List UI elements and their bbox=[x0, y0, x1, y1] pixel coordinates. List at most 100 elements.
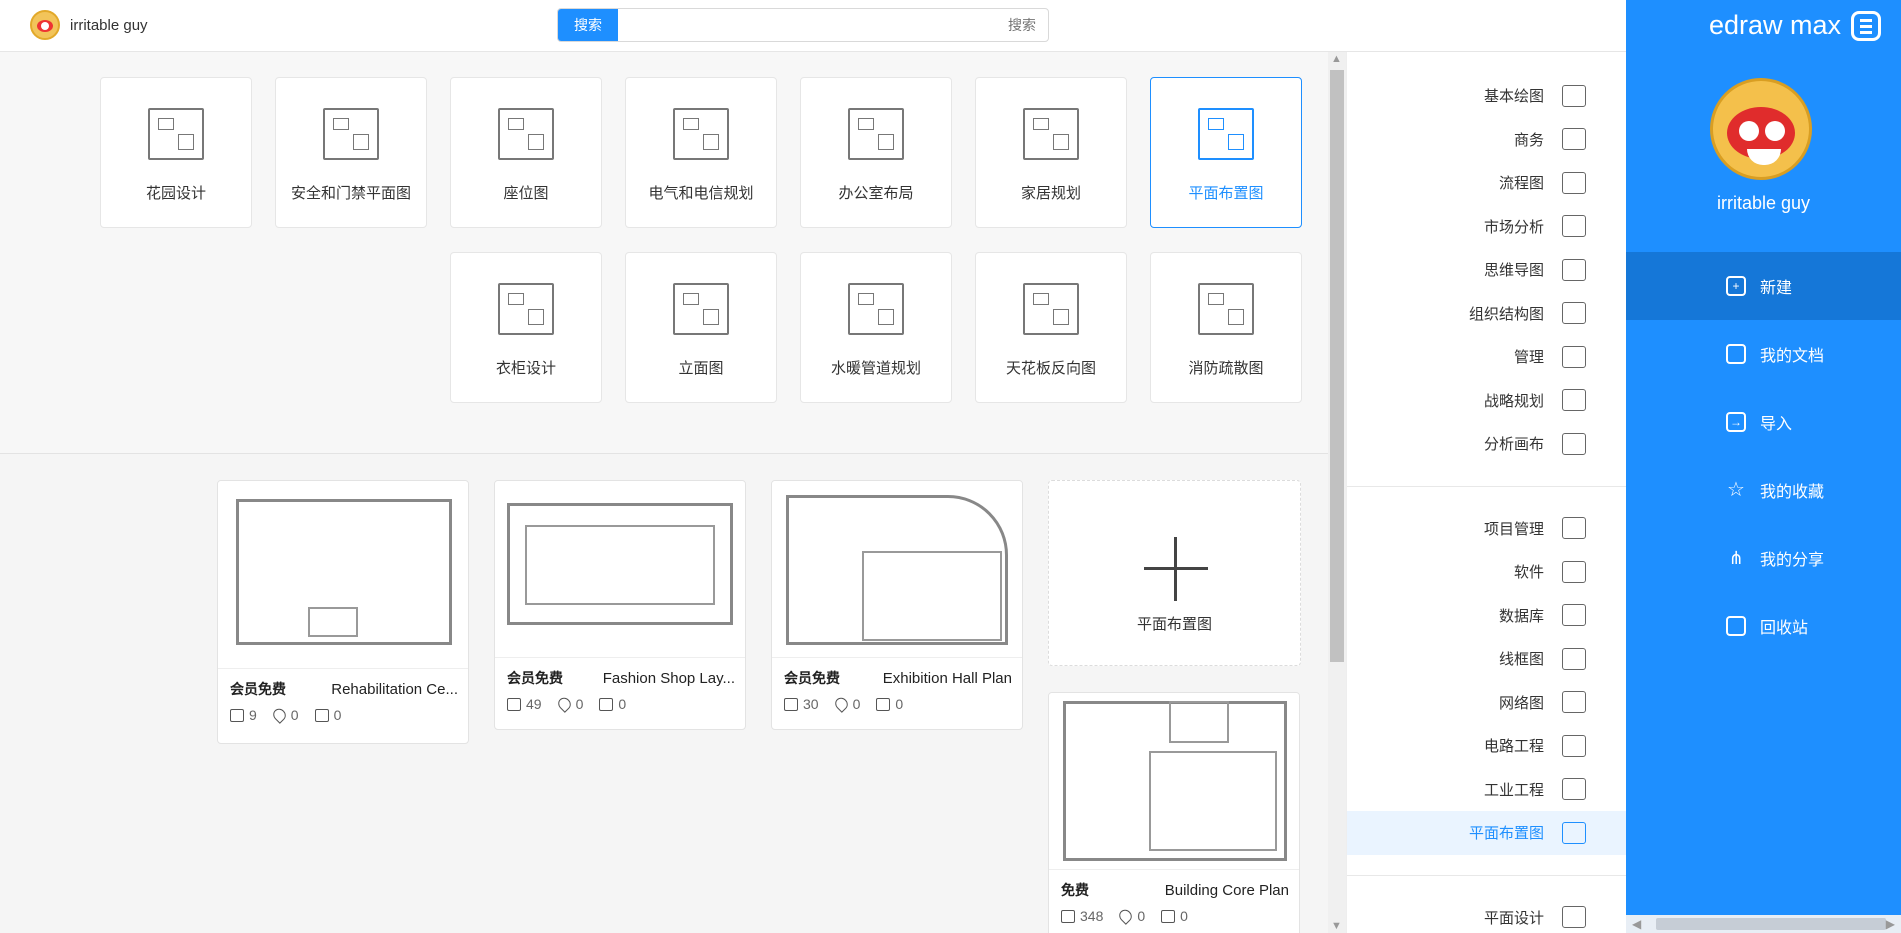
copy-count[interactable]: 49 bbox=[507, 696, 542, 712]
template-card-floor-plan[interactable]: 平面布置图 bbox=[1150, 77, 1302, 228]
avatar-mouth bbox=[1747, 149, 1781, 165]
category-database[interactable]: 数据库 bbox=[1347, 594, 1626, 638]
sidebar-item-favorites[interactable]: ☆ 我的收藏 bbox=[1626, 456, 1901, 524]
category-circuit[interactable]: 电路工程 bbox=[1347, 724, 1626, 768]
sidebar-item-share[interactable]: ⋔ 我的分享 bbox=[1626, 524, 1901, 592]
copy-count-value: 49 bbox=[526, 696, 542, 712]
doc-card-exhibition-hall[interactable]: 会员免费 Exhibition Hall Plan 30 0 0 bbox=[771, 480, 1023, 730]
like-count[interactable]: 0 bbox=[599, 696, 626, 712]
fav-count-value: 0 bbox=[575, 696, 584, 712]
fav-count[interactable]: 0 bbox=[270, 706, 299, 724]
category-label: 思维导图 bbox=[1483, 262, 1544, 280]
doc-card-rehabilitation[interactable]: 会员免费 Rehabilitation Ce... 9 0 0 bbox=[217, 480, 469, 744]
category-graphic-design[interactable]: 平面设计 bbox=[1347, 896, 1626, 933]
category-org-chart[interactable]: 组织结构图 bbox=[1347, 292, 1626, 336]
plus-icon-bar bbox=[1144, 567, 1208, 570]
share-icon: ⋔ bbox=[1728, 548, 1744, 568]
trash-icon bbox=[1726, 616, 1746, 636]
elevation-thumbnail bbox=[673, 283, 729, 335]
app-logo[interactable]: edraw max bbox=[1709, 10, 1881, 41]
template-card-home-plan[interactable]: 家居规划 bbox=[975, 77, 1127, 228]
like-count[interactable]: 0 bbox=[876, 696, 903, 712]
category-strategy[interactable]: 战略规划 bbox=[1347, 379, 1626, 423]
template-label: 衣柜设计 bbox=[495, 360, 556, 377]
sidebar-item-import[interactable]: → 导入 bbox=[1626, 388, 1901, 456]
like-count[interactable]: 0 bbox=[1161, 908, 1188, 924]
template-card-electrical[interactable]: 电气和电信规划 bbox=[625, 77, 777, 228]
scrollbar-thumb[interactable] bbox=[1330, 70, 1344, 662]
scroll-right-icon[interactable]: ▶ bbox=[1886, 917, 1895, 931]
new-floor-plan-card[interactable]: 平面布置图 bbox=[1048, 480, 1301, 666]
template-card-security[interactable]: 安全和门禁平面图 bbox=[275, 77, 427, 228]
garden-design-thumbnail bbox=[148, 108, 204, 160]
user-profile-small[interactable]: irritable guy bbox=[30, 10, 148, 40]
thumbs-up-icon bbox=[876, 697, 891, 711]
category-market-analysis[interactable]: 市场分析 bbox=[1347, 205, 1626, 249]
category-industrial[interactable]: 工业工程 bbox=[1347, 768, 1626, 812]
search-input[interactable] bbox=[618, 9, 1048, 41]
room-outline bbox=[525, 525, 715, 605]
category-project-management[interactable]: 项目管理 bbox=[1347, 507, 1626, 551]
scroll-down-icon[interactable]: ▼ bbox=[1331, 920, 1342, 932]
category-flowchart[interactable]: 流程图 bbox=[1347, 161, 1626, 205]
plumbing-plan-thumbnail bbox=[848, 283, 904, 335]
template-card-wardrobe[interactable]: 衣柜设计 bbox=[450, 252, 602, 403]
sidebar-item-my-documents[interactable]: 我的文档 bbox=[1626, 320, 1901, 388]
template-card-ceiling[interactable]: 天花板反向图 bbox=[975, 252, 1127, 403]
template-label: 水暖管道规划 bbox=[830, 360, 921, 377]
template-card-seating[interactable]: 座位图 bbox=[450, 77, 602, 228]
scroll-left-icon[interactable]: ◀ bbox=[1632, 917, 1641, 931]
avatar[interactable] bbox=[30, 10, 60, 40]
doc-thumbnail bbox=[772, 481, 1022, 658]
category-wireframe[interactable]: 线框图 bbox=[1347, 637, 1626, 681]
avatar[interactable] bbox=[1710, 78, 1812, 180]
fav-count[interactable]: 0 bbox=[555, 695, 584, 713]
category-label: 数据库 bbox=[1498, 607, 1544, 625]
like-count[interactable]: 0 bbox=[314, 707, 341, 723]
category-mind-map[interactable]: 思维导图 bbox=[1347, 248, 1626, 292]
like-count-value: 0 bbox=[1180, 908, 1188, 924]
import-icon: → bbox=[1726, 412, 1746, 432]
sidebar-item-label: 导入 bbox=[1760, 416, 1793, 433]
category-business[interactable]: 商务 bbox=[1347, 118, 1626, 162]
category-software[interactable]: 软件 bbox=[1347, 550, 1626, 594]
template-card-fire-escape[interactable]: 消防疏散图 bbox=[1150, 252, 1302, 403]
category-network[interactable]: 网络图 bbox=[1347, 681, 1626, 725]
flowchart-icon bbox=[1562, 171, 1586, 194]
fav-count[interactable]: 0 bbox=[832, 695, 860, 713]
main-scrollbar[interactable]: ▲ ▼ bbox=[1328, 52, 1346, 933]
doc-card-building-core[interactable]: 免费 Building Core Plan 348 0 0 bbox=[1048, 692, 1300, 933]
template-card-garden[interactable]: 花园设计 bbox=[100, 77, 252, 228]
category-analysis-canvas[interactable]: 分析画布 bbox=[1347, 422, 1626, 466]
template-card-elevation[interactable]: 立面图 bbox=[625, 252, 777, 403]
copy-count[interactable]: 348 bbox=[1061, 908, 1103, 924]
doc-badge: 会员免费 bbox=[784, 670, 840, 686]
category-label: 市场分析 bbox=[1483, 218, 1544, 236]
scroll-up-icon[interactable]: ▲ bbox=[1331, 53, 1342, 65]
sidebar-scrollbar[interactable]: ◀ ▶ bbox=[1626, 915, 1901, 933]
sidebar-item-trash[interactable]: 回收站 bbox=[1626, 592, 1901, 660]
org-chart-icon bbox=[1562, 302, 1586, 325]
wireframe-icon bbox=[1562, 647, 1586, 670]
category-basic-drawing[interactable]: 基本绘图 bbox=[1347, 74, 1626, 118]
doc-card-fashion-shop[interactable]: 会员免费 Fashion Shop Lay... 49 0 0 bbox=[494, 480, 746, 730]
copy-count[interactable]: 30 bbox=[784, 696, 819, 712]
avatar-eye bbox=[1739, 121, 1759, 141]
template-card-plumbing[interactable]: 水暖管道规划 bbox=[800, 252, 952, 403]
copy-count[interactable]: 9 bbox=[230, 707, 257, 723]
electrical-plan-thumbnail bbox=[673, 108, 729, 160]
search-button[interactable]: 搜索 bbox=[558, 9, 618, 41]
category-management[interactable]: 管理 bbox=[1347, 335, 1626, 379]
doc-badge: 会员免费 bbox=[507, 670, 563, 686]
category-floor-plan[interactable]: 平面布置图 bbox=[1347, 811, 1626, 855]
like-count-value: 0 bbox=[618, 696, 627, 712]
template-label: 座位图 bbox=[503, 185, 549, 202]
fav-count[interactable]: 0 bbox=[1117, 907, 1145, 925]
scrollbar-thumb[interactable] bbox=[1656, 918, 1886, 930]
room-outline bbox=[1169, 701, 1229, 743]
sidebar-item-label: 新建 bbox=[1760, 280, 1793, 297]
canvas-icon bbox=[1562, 432, 1586, 455]
sidebar-item-new[interactable]: + 新建 bbox=[1626, 252, 1901, 320]
template-card-office-layout[interactable]: 办公室布局 bbox=[800, 77, 952, 228]
room-outline bbox=[1149, 751, 1277, 851]
